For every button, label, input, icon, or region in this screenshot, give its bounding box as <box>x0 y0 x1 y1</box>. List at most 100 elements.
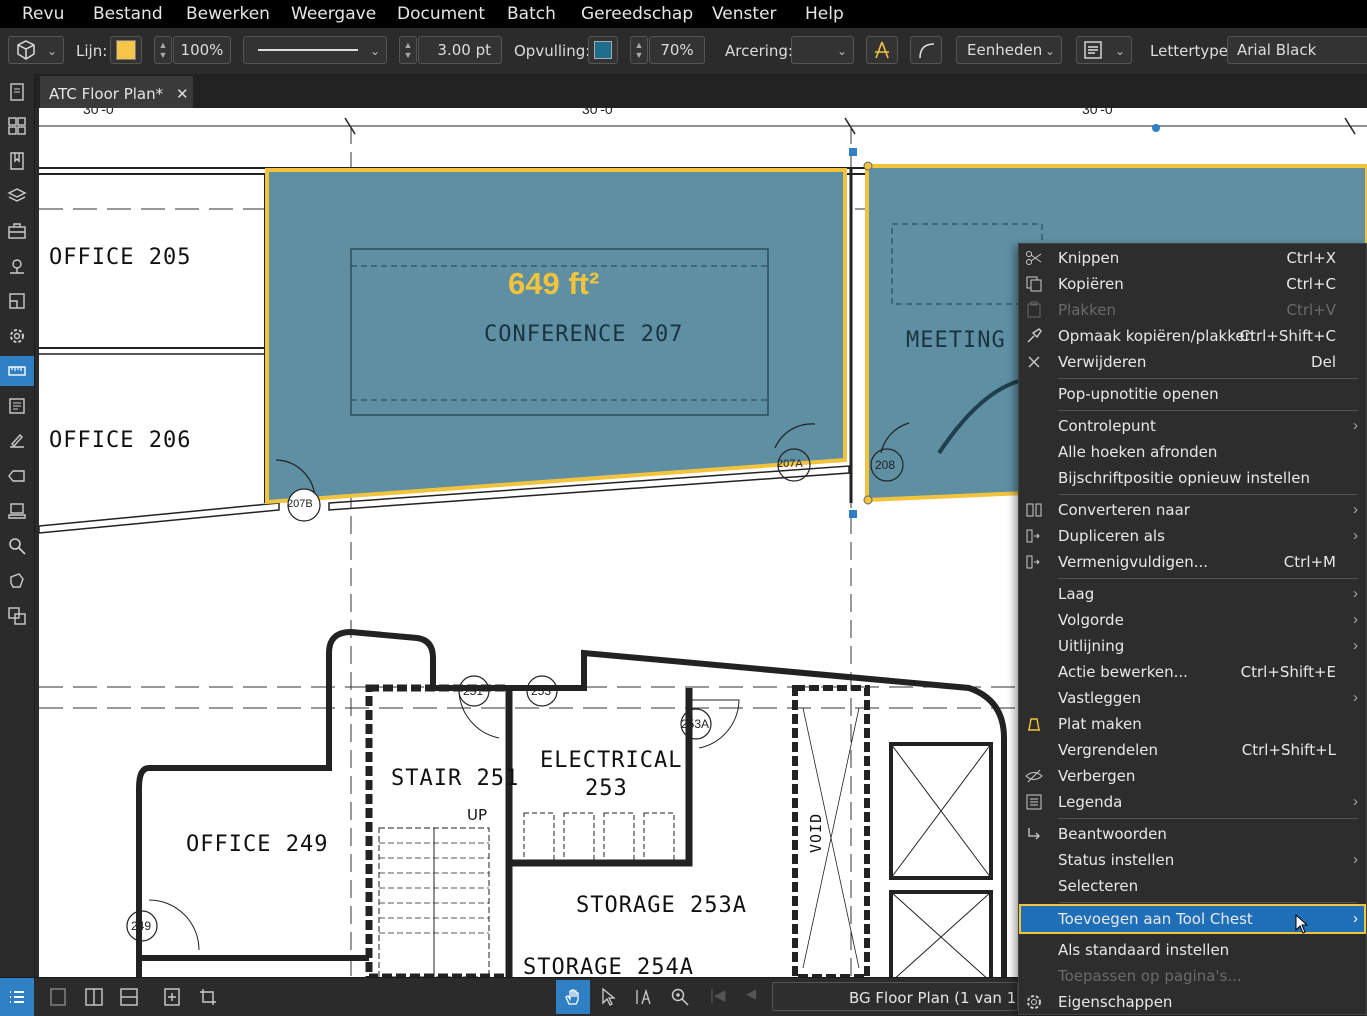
menu-item-verwijderen[interactable]: Verwijderen Del <box>1019 349 1366 375</box>
menu-item-hoeken-afronden[interactable]: Alle hoeken afronden <box>1019 439 1366 465</box>
menu-item-toevoegen-tool-chest[interactable]: Toevoegen aan Tool Chest › <box>1019 904 1366 934</box>
markup-type-dropdown[interactable]: ⌄ <box>8 36 64 64</box>
menu-item-popup-notitie[interactable]: Pop-upnotitie openen <box>1019 381 1366 407</box>
crop-icon[interactable] <box>198 987 218 1007</box>
menu-item-label: Volgorde <box>1058 611 1124 629</box>
opacity-stepper[interactable]: ▲ ▼ <box>154 36 172 64</box>
fill-opacity-field[interactable]: 70% <box>649 36 705 64</box>
menu-item-plat-maken[interactable]: Plat maken <box>1019 711 1366 737</box>
menu-item-vastleggen[interactable]: Vastleggen › <box>1019 685 1366 711</box>
location-pin-icon[interactable] <box>7 256 27 276</box>
line-color-button[interactable] <box>110 36 142 64</box>
menu-item-als-standaard[interactable]: Als standaard instellen <box>1019 937 1366 963</box>
stamp-icon[interactable] <box>7 501 27 521</box>
bookmarks-icon[interactable] <box>7 151 27 171</box>
close-icon[interactable]: ✕ <box>176 85 189 103</box>
menu-item-actie-bewerken[interactable]: Actie bewerken... Ctrl+Shift+E <box>1019 659 1366 685</box>
room-electrical: ELECTRICAL <box>540 748 683 773</box>
menu-item-label: Pop-upnotitie openen <box>1058 385 1219 403</box>
measurements-tab-active[interactable] <box>0 356 34 386</box>
layers-icon[interactable] <box>7 186 27 206</box>
curve-icon <box>919 43 935 59</box>
submenu-arrow-icon: › <box>1353 501 1358 518</box>
menu-item-status-instellen[interactable]: Status instellen › <box>1019 847 1366 873</box>
tag-icon[interactable] <box>7 466 27 486</box>
markups-list-icon[interactable] <box>7 396 27 416</box>
units-label: Eenheden <box>967 41 1043 59</box>
menu-item-eigenschappen[interactable]: Eigenschappen <box>1019 989 1366 1015</box>
text-align-icon <box>1084 41 1102 59</box>
line-opacity-field[interactable]: 100% <box>173 36 231 64</box>
menu-item-verbergen[interactable]: Verbergen <box>1019 763 1366 789</box>
menu-item-legenda[interactable]: Legenda › <box>1019 789 1366 815</box>
copy-icon <box>1026 276 1042 292</box>
thumbnails-icon[interactable] <box>7 82 27 102</box>
links-icon[interactable] <box>7 571 27 591</box>
select-arrow-icon[interactable] <box>598 987 618 1007</box>
compare-icon[interactable] <box>7 291 27 311</box>
line-thickness-field[interactable]: 3.00 pt <box>418 36 502 64</box>
font-dropdown[interactable]: Arial Black <box>1227 36 1367 64</box>
split-horizontal-icon[interactable] <box>119 987 139 1007</box>
page-navigation-field[interactable]: BG Floor Plan (1 van 1) <box>772 982 1022 1011</box>
menu-item-vermenigvuldigen[interactable]: Vermenigvuldigen... Ctrl+M <box>1019 549 1366 575</box>
menu-bestand[interactable]: Bestand <box>93 4 163 24</box>
fill-opacity-stepper[interactable]: ▲ ▼ <box>630 36 648 64</box>
menu-separator <box>1058 378 1358 379</box>
search-icon[interactable] <box>7 536 27 556</box>
pan-tool-button[interactable] <box>556 980 590 1014</box>
line-style-dropdown[interactable]: ⌄ <box>243 36 387 64</box>
page-label: BG Floor Plan (1 van 1) <box>849 989 1023 1007</box>
menu-item-selecteren[interactable]: Selecteren <box>1019 873 1366 899</box>
hatch-dropdown[interactable]: ⌄ <box>791 36 854 64</box>
sets-icon[interactable] <box>7 606 27 626</box>
first-page-icon[interactable]: |◀ <box>710 986 725 1004</box>
settings-gear-icon[interactable] <box>7 326 27 346</box>
tab-atc-floor-plan[interactable]: ATC Floor Plan* ✕ <box>40 76 193 108</box>
menu-bewerken[interactable]: Bewerken <box>186 4 270 24</box>
thickness-stepper[interactable]: ▲ ▼ <box>399 36 417 64</box>
menu-item-kopieren[interactable]: Kopiëren Ctrl+C <box>1019 271 1366 297</box>
signature-icon[interactable] <box>7 431 27 451</box>
shortcut-label: Ctrl+C <box>1286 275 1336 293</box>
grid-icon[interactable] <box>7 116 27 136</box>
single-page-icon[interactable] <box>48 987 68 1007</box>
menu-item-opmaak-kopieren[interactable]: Opmaak kopiëren/plakken Ctrl+Shift+C <box>1019 323 1366 349</box>
menu-item-vergrendelen[interactable]: Vergrendelen Ctrl+Shift+L <box>1019 737 1366 763</box>
menu-item-label: Vermenigvuldigen... <box>1058 553 1209 571</box>
menu-item-dupliceren[interactable]: Dupliceren als › <box>1019 523 1366 549</box>
menu-item-knippen[interactable]: Knippen Ctrl+X <box>1019 245 1366 271</box>
menu-item-beantwoorden[interactable]: Beantwoorden <box>1019 821 1366 847</box>
list-view-button[interactable] <box>0 978 34 1016</box>
menu-batch[interactable]: Batch <box>507 4 556 24</box>
select-text-icon[interactable] <box>634 987 654 1007</box>
add-page-icon[interactable] <box>162 987 182 1007</box>
previous-page-icon[interactable]: ◀ <box>746 986 756 1002</box>
menu-item-label: Uitlijning <box>1058 637 1125 655</box>
menu-item-converteren[interactable]: Converteren naar › <box>1019 497 1366 523</box>
menu-item-label: Toevoegen aan Tool Chest <box>1058 910 1253 928</box>
menu-document[interactable]: Document <box>397 4 485 24</box>
menu-item-volgorde[interactable]: Volgorde › <box>1019 607 1366 633</box>
hatch-tool-button[interactable] <box>866 36 898 64</box>
split-vertical-icon[interactable] <box>84 987 104 1007</box>
zoom-icon[interactable] <box>670 987 690 1007</box>
menu-revu[interactable]: Revu <box>22 4 64 24</box>
menu-item-uitlijning[interactable]: Uitlijning › <box>1019 633 1366 659</box>
area-measurement[interactable]: 649 ft² <box>508 266 599 302</box>
shortcut-label: Del <box>1311 353 1336 371</box>
menu-item-bijschriftpositie[interactable]: Bijschriftpositie opnieuw instellen <box>1019 465 1366 491</box>
units-dropdown[interactable]: Eenheden ⌄ <box>956 36 1062 64</box>
menu-item-laag[interactable]: Laag › <box>1019 581 1366 607</box>
menu-item-controlepunt[interactable]: Controlepunt › <box>1019 413 1366 439</box>
chevron-down-icon: ⌄ <box>1114 44 1125 58</box>
toolchest-icon[interactable] <box>7 221 27 241</box>
menu-gereedschap[interactable]: Gereedschap <box>581 4 693 24</box>
fill-color-button[interactable] <box>588 36 618 64</box>
flatten-icon <box>1028 718 1040 731</box>
text-align-dropdown[interactable]: ⌄ <box>1076 36 1132 64</box>
menu-venster[interactable]: Venster <box>712 4 777 24</box>
menu-weergave[interactable]: Weergave <box>291 4 376 24</box>
curve-tool-button[interactable] <box>910 36 942 64</box>
menu-help[interactable]: Help <box>805 4 844 24</box>
